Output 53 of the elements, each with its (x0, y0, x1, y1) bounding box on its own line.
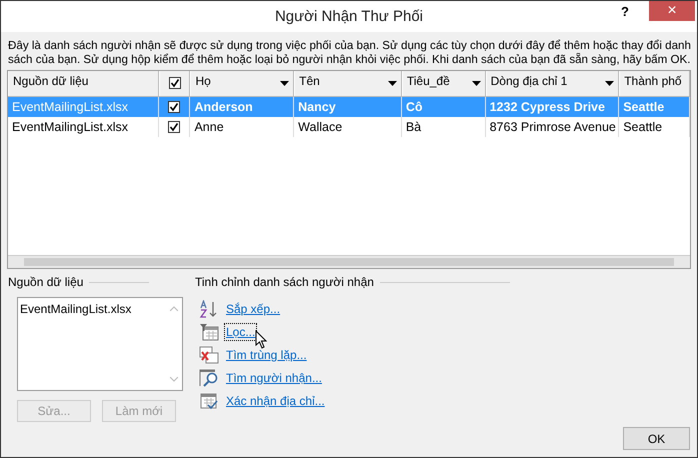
dropdown-icon[interactable] (388, 81, 397, 86)
calendar-check-icon (199, 392, 219, 410)
column-header[interactable]: Tiêu_đề (402, 71, 486, 96)
column-label: Thành phố (624, 74, 683, 88)
column-header[interactable]: Tên (294, 71, 402, 96)
table-cell: EventMailingList.xlsx (12, 120, 128, 134)
dropdown-icon[interactable] (280, 81, 290, 86)
data-source-list[interactable]: EventMailingList.xlsx (17, 297, 183, 391)
close-button[interactable]: × (649, 1, 695, 21)
column-label: Nguồn dữ liệu (13, 74, 90, 88)
help-button[interactable]: ? (615, 3, 635, 20)
table-cell: 1232 Cypress Drive (490, 100, 605, 114)
link[interactable]: Sắp xếp... (225, 300, 282, 316)
dropdown-icon[interactable] (472, 81, 481, 86)
ok-button[interactable]: OK (623, 427, 690, 450)
table-cell: Bà (406, 120, 422, 134)
column-header[interactable]: Thành phố (619, 71, 690, 96)
table-cell: Nancy (298, 100, 336, 114)
description-text: Đây là danh sách người nhận sẽ được sử dụng trong việc phối của bạn. Sử dụng các tùy chọn dưới đây để thêm hoặc thay đổi danh sách của bạn. Sử dụng hộp kiểm để thêm hoặc loại bỏ người nhận khỏi việc phối. Khi danh sách của bạn đã sẵn sàng, hãy bấm OK. (8, 39, 691, 67)
link[interactable]: Tìm trùng lặp... (225, 346, 308, 362)
table-cell: Seattle (623, 120, 662, 134)
column-label: Dòng địa chỉ 1 (490, 74, 568, 88)
search-icon (199, 368, 219, 386)
link[interactable]: Lọc... (225, 324, 256, 340)
link[interactable]: Tìm người nhận... (225, 370, 323, 386)
checkbox[interactable] (168, 121, 180, 133)
dropdown-icon[interactable] (605, 81, 614, 86)
column-label: Tiêu_đề (406, 74, 451, 88)
column-header[interactable]: Dòng địa chỉ 1 (486, 71, 620, 96)
cursor-icon (255, 330, 267, 349)
table-cell: Cô (406, 100, 423, 114)
window-title: Người Nhận Thư Phối (274, 8, 424, 25)
table-cell: Anderson (194, 100, 253, 114)
table-cell: Anne (194, 120, 224, 134)
checkbox[interactable] (168, 101, 180, 113)
table-row[interactable]: EventMailingList.xlsx Anne Wallace Bà 8763 Primrose Avenue Seattle (8, 117, 690, 137)
section-label: Tinh chỉnh danh sách người nhận (195, 275, 374, 289)
link[interactable]: Xác nhận địa chỉ... (225, 392, 326, 408)
section-label: Nguồn dữ liệu (8, 275, 84, 289)
list-item[interactable]: EventMailingList.xlsx (20, 302, 132, 316)
table-cell: Wallace (298, 120, 342, 134)
column-label: Tên (299, 74, 321, 88)
column-label: Họ (195, 74, 212, 88)
duplicates-icon (199, 346, 219, 364)
table-cell: EventMailingList.xlsx (12, 100, 128, 114)
column-header[interactable]: Nguồn dữ liệu (8, 71, 159, 96)
sort-icon (199, 300, 219, 318)
table-cell: 8763 Primrose Avenue (490, 120, 616, 134)
column-header[interactable]: Họ (190, 71, 294, 96)
table-cell: Seattle (623, 100, 664, 114)
horizontal-scrollbar[interactable] (8, 255, 690, 268)
filter-table-icon (199, 322, 219, 340)
checkbox[interactable] (168, 77, 180, 89)
